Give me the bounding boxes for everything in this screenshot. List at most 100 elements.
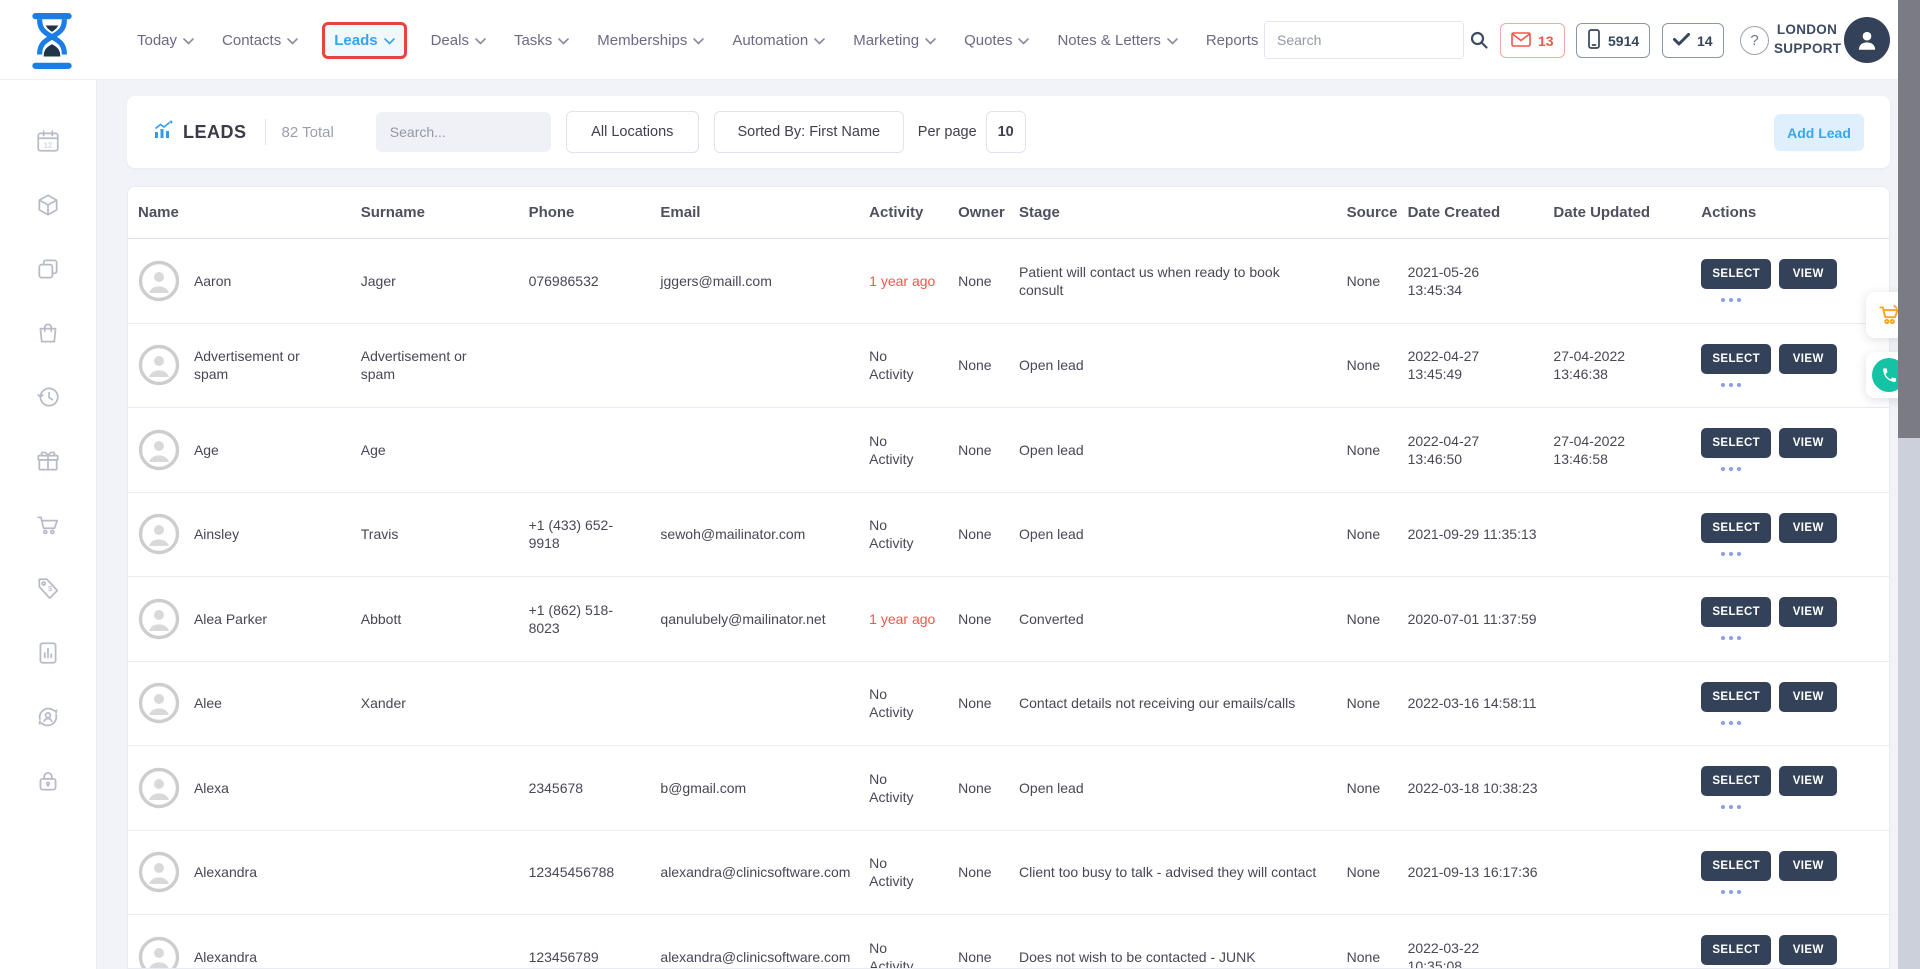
view-button[interactable]: VIEW: [1779, 597, 1837, 627]
more-actions-icon[interactable]: [1721, 721, 1741, 725]
select-button[interactable]: SELECT: [1701, 597, 1771, 627]
history-icon[interactable]: [35, 384, 61, 410]
gift-icon[interactable]: [35, 448, 61, 474]
select-button[interactable]: SELECT: [1701, 259, 1771, 289]
price-tag-icon[interactable]: $: [35, 576, 61, 602]
view-button[interactable]: VIEW: [1779, 682, 1837, 712]
lead-source: None: [1347, 863, 1408, 881]
nav-notes-letters[interactable]: Notes & Letters: [1053, 24, 1181, 57]
lead-name: Aaron: [194, 272, 361, 290]
view-button[interactable]: VIEW: [1779, 428, 1837, 458]
app-logo-icon[interactable]: [26, 12, 78, 70]
lead-date-created: 2021-09-29 11:35:13: [1408, 525, 1554, 543]
avatar: [138, 936, 180, 969]
lead-date-created: 2022-04-27 13:46:50: [1408, 432, 1554, 468]
lead-name: Advertisement or spam: [194, 347, 361, 383]
package-icon[interactable]: [35, 192, 61, 218]
nav-quotes[interactable]: Quotes: [960, 24, 1033, 57]
per-page-label: Per page: [918, 124, 977, 140]
select-button[interactable]: SELECT: [1701, 682, 1771, 712]
phone-badge[interactable]: 5914: [1576, 23, 1650, 58]
nav-label: Marketing: [853, 32, 919, 49]
lead-source: None: [1347, 948, 1408, 966]
calendar-icon[interactable]: 12: [35, 128, 61, 154]
report-icon[interactable]: [35, 640, 61, 666]
lead-date-created: 2022-03-18 10:38:23: [1408, 779, 1554, 797]
lead-activity: 1 year ago: [869, 610, 958, 628]
lock-case-icon[interactable]: [35, 768, 61, 794]
chevron-down-icon: [183, 32, 194, 49]
avatar: [138, 598, 180, 640]
lead-phone: 076986532: [529, 272, 661, 290]
location-filter[interactable]: All Locations: [566, 111, 699, 153]
chevron-down-icon: [925, 32, 936, 49]
more-actions-icon[interactable]: [1721, 890, 1741, 894]
lead-name: Alexa: [194, 779, 361, 797]
table-row: Ainsley Travis +1 (433) 652- 9918 sewoh@…: [128, 493, 1889, 578]
more-actions-icon[interactable]: [1721, 636, 1741, 640]
select-button[interactable]: SELECT: [1701, 513, 1771, 543]
lead-source: None: [1347, 272, 1408, 290]
lead-email: sewoh@mailinator.com: [660, 525, 869, 543]
more-actions-icon[interactable]: [1721, 383, 1741, 387]
sidebar: 12 $: [0, 80, 97, 969]
total-count: 82 Total: [282, 124, 334, 141]
copy-icon[interactable]: [35, 256, 61, 282]
global-search-input[interactable]: [1265, 32, 1470, 48]
table-row: Age Age No Activity None Open lead None …: [128, 408, 1889, 493]
chevron-down-icon: [558, 32, 569, 49]
view-button[interactable]: VIEW: [1779, 766, 1837, 796]
nav-today[interactable]: Today: [133, 24, 198, 57]
lead-owner: None: [958, 272, 1019, 290]
column-header-activity: Activity: [869, 204, 958, 221]
main-nav: Today Contacts Leads Deals Tasks Memberships A…: [133, 0, 1339, 80]
more-actions-icon[interactable]: [1721, 298, 1741, 302]
search-icon[interactable]: [1470, 31, 1488, 49]
view-button[interactable]: VIEW: [1779, 935, 1837, 965]
more-actions-icon[interactable]: [1721, 552, 1741, 556]
view-button[interactable]: VIEW: [1779, 259, 1837, 289]
more-actions-icon[interactable]: [1721, 467, 1741, 471]
lead-stage: Converted: [1019, 610, 1347, 628]
help-icon[interactable]: ?: [1740, 26, 1769, 55]
column-header-phone: Phone: [529, 204, 661, 221]
scrollbar-thumb[interactable]: [1898, 0, 1920, 438]
select-button[interactable]: SELECT: [1701, 851, 1771, 881]
nav-tasks[interactable]: Tasks: [510, 24, 573, 57]
chevron-down-icon: [1018, 32, 1029, 49]
nav-contacts[interactable]: Contacts: [218, 24, 302, 57]
tasks-badge[interactable]: 14: [1662, 23, 1724, 58]
lead-date-created: 2022-03-22 10:35:08: [1408, 939, 1554, 969]
select-button[interactable]: SELECT: [1701, 428, 1771, 458]
nav-leads[interactable]: Leads: [322, 22, 406, 59]
nav-label: Leads: [334, 32, 377, 49]
view-button[interactable]: VIEW: [1779, 513, 1837, 543]
nav-automation[interactable]: Automation: [728, 24, 829, 57]
nav-memberships[interactable]: Memberships: [593, 24, 708, 57]
select-button[interactable]: SELECT: [1701, 344, 1771, 374]
lead-stage: Open lead: [1019, 356, 1347, 374]
sort-filter[interactable]: Sorted By: First Name: [714, 111, 904, 153]
table-row: Alee Xander No Activity None Contact det…: [128, 662, 1889, 747]
customer-sync-icon[interactable]: [35, 704, 61, 730]
select-button[interactable]: SELECT: [1701, 766, 1771, 796]
add-lead-button[interactable]: Add Lead: [1774, 114, 1864, 151]
shopping-bag-icon[interactable]: [35, 320, 61, 346]
view-button[interactable]: VIEW: [1779, 344, 1837, 374]
select-button[interactable]: SELECT: [1701, 935, 1771, 965]
cart-icon[interactable]: [35, 512, 61, 538]
lead-source: None: [1347, 779, 1408, 797]
user-avatar[interactable]: [1844, 17, 1890, 63]
nav-marketing[interactable]: Marketing: [849, 24, 940, 57]
lead-source: None: [1347, 525, 1408, 543]
nav-deals[interactable]: Deals: [427, 24, 490, 57]
view-button[interactable]: VIEW: [1779, 851, 1837, 881]
leads-search: [376, 112, 551, 152]
leads-search-input[interactable]: [390, 124, 571, 140]
per-page-select[interactable]: 10: [986, 111, 1026, 153]
lead-phone: +1 (862) 518- 8023: [529, 601, 661, 637]
avatar: [138, 260, 180, 302]
mail-badge[interactable]: 13: [1500, 23, 1565, 58]
lead-phone: 123456789: [529, 948, 661, 966]
more-actions-icon[interactable]: [1721, 805, 1741, 809]
